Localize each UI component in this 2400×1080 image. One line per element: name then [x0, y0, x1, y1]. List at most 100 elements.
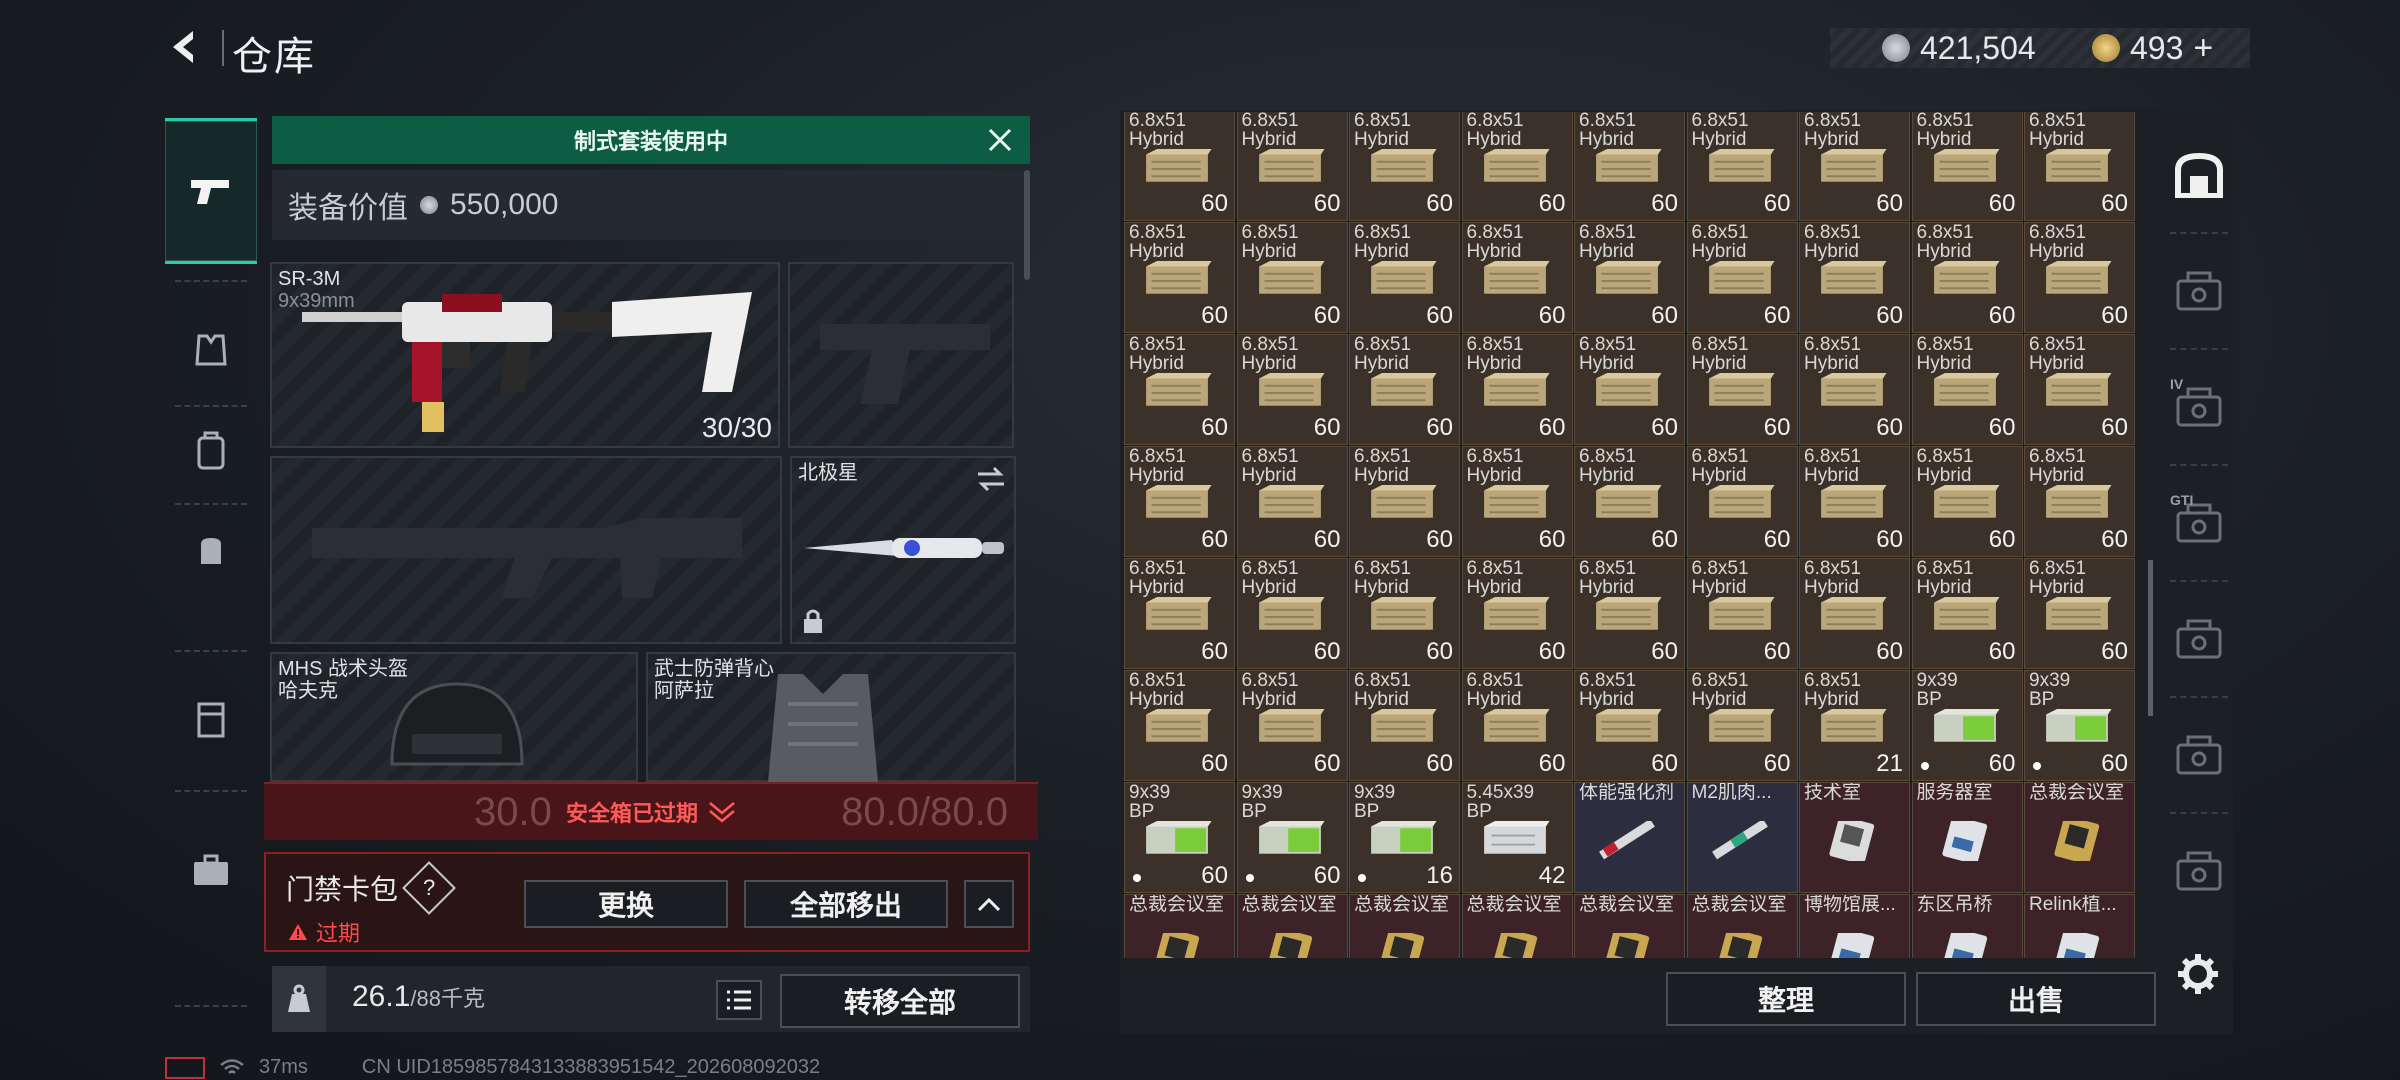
inventory-item[interactable]: 6.8x51 Hybrid 60 — [1349, 222, 1460, 333]
inventory-item[interactable]: 9x39 BP 60 — [2024, 670, 2135, 781]
inventory-item[interactable]: 6.8x51 Hybrid 60 — [1236, 446, 1348, 557]
inventory-item[interactable]: 6.8x51 Hybrid 60 — [1349, 558, 1460, 669]
nav-vest[interactable] — [165, 310, 257, 390]
helmet-slot[interactable]: MHS 战术头盔 哈夫克 — [270, 652, 638, 782]
inventory-item[interactable]: M2肌肉... — [1686, 782, 1798, 893]
safe-box-expired-bar[interactable]: 30.0 安全箱已过期 80.0/80.0 — [264, 782, 1038, 840]
inventory-item[interactable]: 6.8x51 Hybrid 60 — [1911, 112, 2023, 221]
inventory-item[interactable]: 9x39 BP 16 — [1349, 782, 1460, 893]
inventory-item[interactable]: 博物馆展... — [1799, 894, 1910, 958]
inventory-item[interactable]: 6.8x51 Hybrid 60 — [1461, 222, 1573, 333]
inventory-item[interactable]: 东区吊桥 — [1911, 894, 2023, 958]
inventory-item[interactable]: 总裁会议室 — [1124, 894, 1235, 958]
inventory-item[interactable]: 6.8x51 Hybrid 60 — [1349, 446, 1460, 557]
sell-button[interactable]: 出售 — [1916, 972, 2156, 1026]
inventory-item[interactable]: 6.8x51 Hybrid 60 — [1124, 558, 1235, 669]
inventory-item[interactable]: 6.8x51 Hybrid 60 — [1236, 222, 1348, 333]
storage-tab-2[interactable] — [2164, 246, 2234, 336]
close-icon[interactable] — [984, 124, 1016, 156]
gold-currency[interactable]: 493 + — [2092, 28, 2213, 68]
inventory-item[interactable]: 6.8x51 Hybrid 60 — [1236, 334, 1348, 445]
inventory-item[interactable]: 6.8x51 Hybrid 60 — [1236, 558, 1348, 669]
inventory-scrollbar[interactable] — [2148, 560, 2153, 716]
inventory-item[interactable]: 6.8x51 Hybrid 60 — [1574, 222, 1685, 333]
inventory-item[interactable]: 6.8x51 Hybrid 60 — [1574, 670, 1685, 781]
inventory-item[interactable]: 6.8x51 Hybrid 60 — [1461, 670, 1573, 781]
inventory-item[interactable]: 总裁会议室 — [1461, 894, 1573, 958]
settings-button[interactable] — [2170, 946, 2226, 1002]
list-view-button[interactable] — [716, 980, 762, 1020]
inventory-item[interactable]: 6.8x51 Hybrid 60 — [1686, 222, 1798, 333]
inventory-item[interactable]: 6.8x51 Hybrid 60 — [1124, 222, 1235, 333]
inventory-item[interactable]: 6.8x51 Hybrid 60 — [1349, 334, 1460, 445]
back-button[interactable] — [160, 22, 210, 72]
inventory-item[interactable]: 6.8x51 Hybrid 60 — [1686, 670, 1798, 781]
inventory-item[interactable]: 6.8x51 Hybrid 60 — [1124, 334, 1235, 445]
inventory-item[interactable]: 总裁会议室 — [1686, 894, 1798, 958]
transfer-all-button[interactable]: 转移全部 — [780, 974, 1020, 1028]
swap-icon[interactable] — [976, 466, 1006, 492]
secondary-weapon-slot[interactable] — [270, 456, 782, 644]
inventory-item[interactable]: 6.8x51 Hybrid 60 — [2024, 446, 2135, 557]
storage-tab-5[interactable] — [2164, 594, 2234, 684]
inventory-item[interactable]: 6.8x51 Hybrid 60 — [1574, 112, 1685, 221]
nav-case[interactable] — [165, 820, 257, 920]
storage-tab-1[interactable] — [2164, 130, 2234, 220]
inventory-item[interactable]: 6.8x51 Hybrid 60 — [1799, 222, 1910, 333]
inventory-item[interactable]: 6.8x51 Hybrid 60 — [1799, 334, 1910, 445]
inventory-item[interactable]: 6.8x51 Hybrid 60 — [1574, 334, 1685, 445]
inventory-item[interactable]: 6.8x51 Hybrid 60 — [1686, 334, 1798, 445]
inventory-item[interactable]: 6.8x51 Hybrid 60 — [1799, 558, 1910, 669]
inventory-item[interactable]: 9x39 BP 60 — [1911, 670, 2023, 781]
collapse-button[interactable] — [964, 880, 1014, 928]
inventory-item[interactable]: 6.8x51 Hybrid 60 — [1124, 670, 1235, 781]
inventory-item[interactable]: 技术室 — [1799, 782, 1910, 893]
storage-tab-6[interactable] — [2164, 710, 2234, 800]
inventory-item[interactable]: 6.8x51 Hybrid 60 — [1461, 112, 1573, 221]
inventory-item[interactable]: 总裁会议室 — [2024, 782, 2135, 893]
inventory-item[interactable]: 6.8x51 Hybrid 60 — [1686, 446, 1798, 557]
remove-all-button[interactable]: 全部移出 — [744, 880, 948, 928]
inventory-item[interactable]: 总裁会议室 — [1236, 894, 1348, 958]
inventory-item[interactable]: 6.8x51 Hybrid 60 — [1124, 112, 1235, 221]
inventory-item[interactable]: 总裁会议室 — [1574, 894, 1685, 958]
inventory-item[interactable]: 9x39 BP 60 — [1236, 782, 1348, 893]
storage-tab-3[interactable]: IV — [2164, 362, 2234, 452]
inventory-item[interactable]: 6.8x51 Hybrid 60 — [1911, 558, 2023, 669]
storage-tab-4[interactable]: GTI — [2164, 478, 2234, 568]
nav-backpack[interactable] — [165, 410, 257, 490]
inventory-item[interactable]: 6.8x51 Hybrid 60 — [2024, 558, 2135, 669]
inventory-item[interactable]: 9x39 BP 60 — [1124, 782, 1235, 893]
inventory-item[interactable]: 6.8x51 Hybrid 60 — [1686, 112, 1798, 221]
nav-container[interactable] — [165, 680, 257, 760]
inventory-item[interactable]: 6.8x51 Hybrid 21 — [1799, 670, 1910, 781]
inventory-item[interactable]: 体能强化剂 — [1574, 782, 1685, 893]
inventory-item[interactable]: 6.8x51 Hybrid 60 — [1349, 112, 1460, 221]
sidearm-slot[interactable] — [788, 262, 1014, 448]
melee-slot[interactable]: 北极星 — [790, 456, 1016, 644]
inventory-item[interactable]: 6.8x51 Hybrid 60 — [2024, 112, 2135, 221]
inventory-item[interactable]: 6.8x51 Hybrid 60 — [1461, 558, 1573, 669]
inventory-item[interactable]: 6.8x51 Hybrid 60 — [1911, 446, 2023, 557]
inventory-item[interactable]: 6.8x51 Hybrid 60 — [1911, 334, 2023, 445]
help-button[interactable]: ? — [402, 861, 456, 915]
inventory-item[interactable]: 6.8x51 Hybrid 60 — [1799, 112, 1910, 221]
inventory-item[interactable]: 6.8x51 Hybrid 60 — [1799, 446, 1910, 557]
sort-button[interactable]: 整理 — [1666, 972, 1906, 1026]
inventory-item[interactable]: 服务器室 — [1911, 782, 2023, 893]
inventory-item[interactable]: 5.45x39 BP 42 — [1461, 782, 1573, 893]
inventory-item[interactable]: 6.8x51 Hybrid 60 — [1461, 446, 1573, 557]
inventory-item[interactable]: 总裁会议室 — [1349, 894, 1460, 958]
inventory-item[interactable]: 6.8x51 Hybrid 60 — [1574, 558, 1685, 669]
inventory-item[interactable]: 6.8x51 Hybrid 60 — [2024, 222, 2135, 333]
nav-pouch[interactable] — [165, 510, 257, 590]
armor-slot[interactable]: 武士防弹背心 阿萨拉 — [646, 652, 1016, 782]
inventory-item[interactable]: 6.8x51 Hybrid 60 — [1349, 670, 1460, 781]
inventory-item[interactable]: 6.8x51 Hybrid 60 — [1686, 558, 1798, 669]
storage-tab-7[interactable] — [2164, 826, 2234, 916]
add-gold-button[interactable]: + — [2193, 29, 2213, 68]
replace-button[interactable]: 更换 — [524, 880, 728, 928]
inventory-item[interactable]: 6.8x51 Hybrid 60 — [2024, 334, 2135, 445]
inventory-item[interactable]: 6.8x51 Hybrid 60 — [1461, 334, 1573, 445]
inventory-item[interactable]: 6.8x51 Hybrid 60 — [1236, 112, 1348, 221]
